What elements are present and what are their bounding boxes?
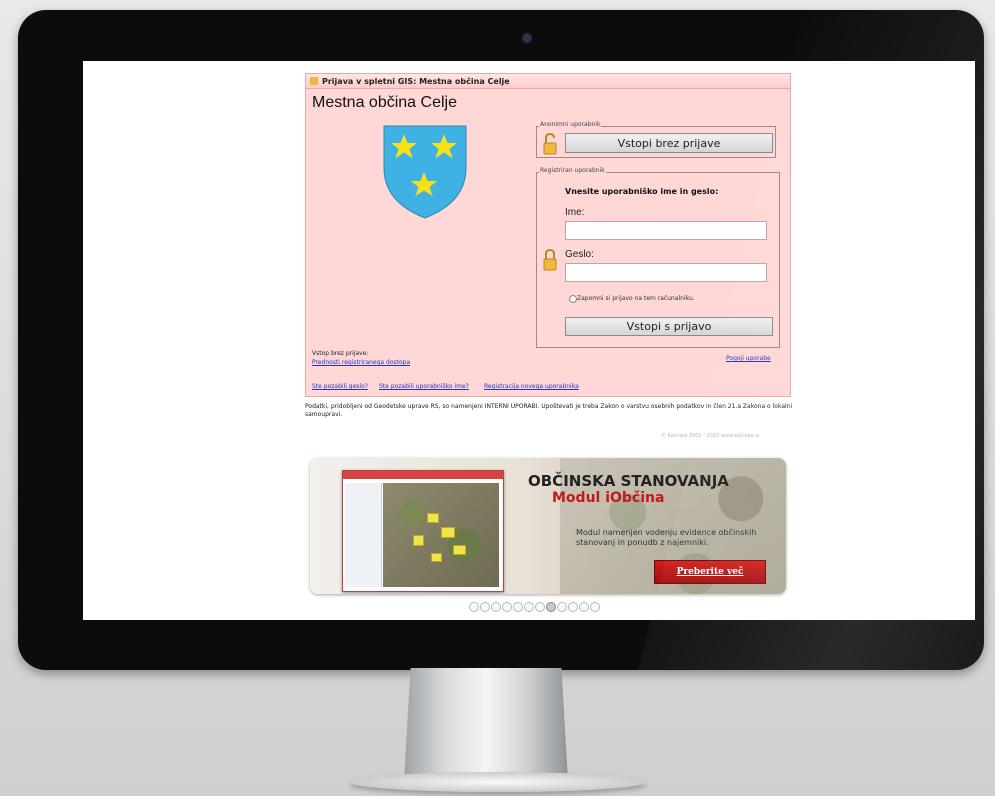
forgot-password-link[interactable]: Ste pozabili geslo? [312,383,368,390]
coat-of-arms-logo [383,125,467,219]
promo-banner[interactable]: OBČINSKA STANOVANJA Modul iObčina Modul … [310,458,786,594]
terms-of-use-link[interactable]: Pogoji uporabe [726,355,771,362]
carousel-dot[interactable] [513,602,523,612]
lock-icon [310,77,318,85]
carousel-dot[interactable] [469,602,479,612]
carousel-dot[interactable] [524,602,534,612]
read-more-button[interactable]: Preberite več [654,560,766,584]
carousel-dot[interactable] [590,602,600,612]
username-input[interactable] [565,221,767,240]
municipality-heading: Mestna občina Celje [312,94,457,111]
app-screenshot-image [342,470,504,592]
username-label: Ime: [565,207,585,218]
carousel-dot[interactable] [568,602,578,612]
login-prompt: Vnesite uporabniško ime in geslo: [565,187,719,196]
panel-title-bar: Prijava v spletni GIS: Mestna občina Cel… [306,74,790,89]
registered-legend: Registriran uporabnik [539,167,606,174]
data-usage-notice: Podatki, pridobljeni od Geodetske uprave… [305,403,793,418]
banner-subtitle: Modul iObčina [552,490,665,506]
carousel-dot[interactable] [491,602,501,612]
login-button[interactable]: Vstopi s prijavo [565,317,773,336]
no-login-note: Vstop brez prijave: [312,350,369,357]
carousel-dot[interactable] [557,602,567,612]
forgot-username-link[interactable]: Ste pozabili uporabniško ime? [379,383,469,390]
padlock-open-icon [543,133,557,155]
monitor-stand [404,668,568,780]
remember-me-label: Zapomni si prijavo na tem računalniku. [577,295,695,302]
webcam [523,34,531,42]
password-input[interactable] [565,263,767,282]
carousel-dot[interactable] [535,602,545,612]
anonymous-fieldset: Anonimni uporabnik Vstopi brez prijave [536,121,776,158]
panel-title: Prijava v spletni GIS: Mestna občina Cel… [322,76,510,86]
anonymous-legend: Anonimni uporabnik [539,121,602,128]
banner-description: Modul namenjen vodenju evidence občinski… [576,528,757,547]
banner-title: OBČINSKA STANOVANJA [528,472,729,490]
padlock-icon [543,249,557,271]
remember-me-checkbox[interactable] [569,295,577,303]
carousel-dot[interactable] [546,602,556,612]
monitor-bezel: Prijava v spletni GIS: Mestna občina Cel… [18,10,984,670]
password-label: Geslo: [565,249,594,260]
carousel-pagination [469,602,600,612]
login-panel: Prijava v spletni GIS: Mestna občina Cel… [305,73,791,397]
carousel-dot[interactable] [502,602,512,612]
registered-fieldset: Registriran uporabnik Vnesite uporabnišk… [536,167,780,348]
registered-access-benefits-link[interactable]: Prednosti registriranega dostopa [312,359,410,366]
monitor-stand-base [350,772,646,792]
carousel-dot[interactable] [480,602,490,612]
carousel-dot[interactable] [579,602,589,612]
monitor-screen: Prijava v spletni GIS: Mestna občina Cel… [83,61,975,620]
register-link[interactable]: Registracija novega uporabnika [484,383,579,390]
copyright-text: © Kalcopa 2002 - 2015 www.kalcopa.si [661,433,760,439]
enter-without-login-button[interactable]: Vstopi brez prijave [565,133,773,153]
